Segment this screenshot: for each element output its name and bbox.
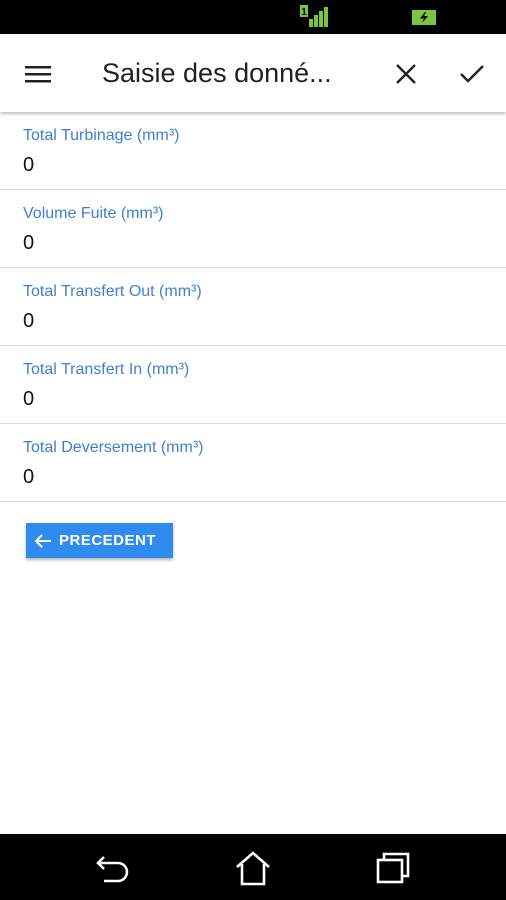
home-icon [236, 851, 270, 886]
nav-home-button[interactable] [233, 848, 273, 888]
volume-fuite-input[interactable] [23, 232, 483, 255]
previous-button[interactable]: PRECEDENT [26, 523, 173, 558]
close-icon [396, 64, 416, 84]
confirm-button[interactable] [452, 54, 492, 94]
system-nav-bar [0, 834, 506, 900]
field-label: Total Transfert In (mm³) [23, 361, 190, 378]
field-label: Total Deversement (mm³) [23, 439, 204, 456]
total-transfert-out-input[interactable] [23, 310, 483, 333]
field-total-deversement: Total Deversement (mm³) [0, 424, 506, 502]
field-label: Total Turbinage (mm³) [23, 127, 180, 144]
cancel-button[interactable] [386, 54, 426, 94]
total-transfert-in-input[interactable] [23, 388, 483, 411]
check-icon [460, 65, 484, 83]
field-total-transfert-out: Total Transfert Out (mm³) [0, 268, 506, 346]
nav-back-button[interactable] [93, 848, 133, 888]
screen: 1 Saisie des donné... Total Turbinage (m… [0, 0, 506, 900]
status-bar: 1 [0, 0, 506, 34]
hamburger-icon [25, 66, 51, 83]
battery-charging-icon [412, 10, 436, 25]
back-icon [96, 856, 129, 883]
page-title: Saisie des donné... [102, 58, 332, 88]
menu-button[interactable] [18, 54, 58, 94]
field-label: Volume Fuite (mm³) [23, 205, 164, 222]
field-volume-fuite: Volume Fuite (mm³) [0, 190, 506, 268]
field-total-turbinage: Total Turbinage (mm³) [0, 112, 506, 190]
data-entry-form: Total Turbinage (mm³) Volume Fuite (mm³)… [0, 112, 506, 502]
total-turbinage-input[interactable] [23, 154, 483, 177]
svg-text:1: 1 [301, 7, 307, 18]
field-total-transfert-in: Total Transfert In (mm³) [0, 346, 506, 424]
nav-recents-button[interactable] [373, 848, 413, 888]
total-deversement-input[interactable] [23, 466, 483, 489]
previous-button-label: PRECEDENT [59, 532, 157, 549]
recents-icon [376, 852, 410, 884]
app-bar: Saisie des donné... [0, 34, 506, 112]
signal-icon: 1 [300, 5, 328, 27]
field-label: Total Transfert Out (mm³) [23, 283, 202, 300]
arrow-left-icon [34, 532, 52, 550]
